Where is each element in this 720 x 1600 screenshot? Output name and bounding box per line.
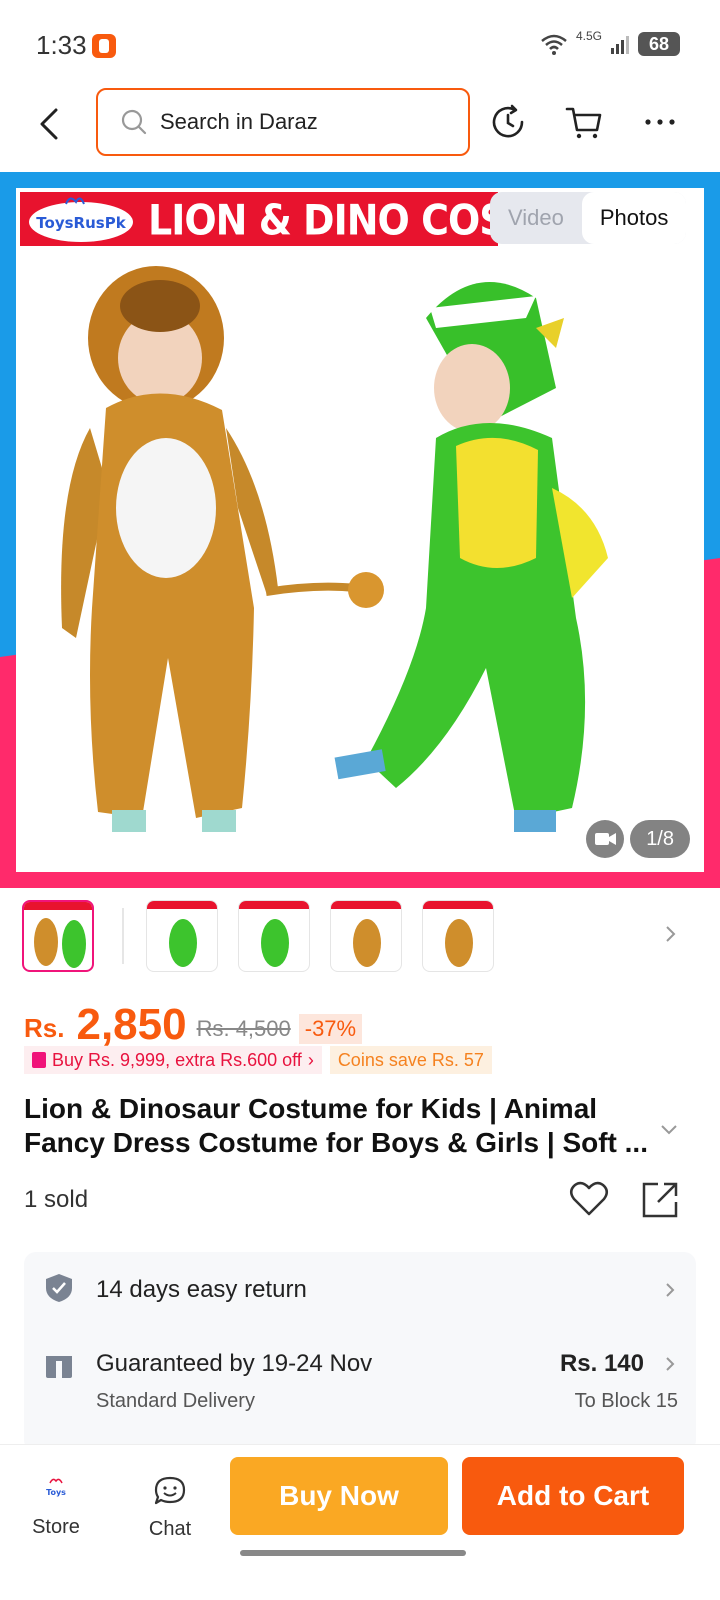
product-title: Lion & Dinosaur Costume for Kids | Anima… bbox=[24, 1093, 648, 1158]
chevron-right-icon: › bbox=[307, 1050, 314, 1070]
wifi-icon bbox=[541, 34, 567, 55]
status-bar: 1:33 4.5G 68 bbox=[0, 0, 720, 92]
tab-photos[interactable]: Photos bbox=[581, 192, 687, 244]
store-logo-icon: Toys bbox=[40, 1478, 72, 1501]
delivery-fee: Rs. 140 bbox=[559, 1350, 644, 1377]
chat-icon bbox=[154, 1476, 186, 1505]
delivery-box-icon bbox=[46, 1352, 72, 1378]
network-label: 4.5G bbox=[575, 29, 602, 43]
delivery-location: To Block 15 bbox=[574, 1390, 678, 1412]
search-placeholder: Search in Daraz bbox=[160, 109, 318, 134]
media-tab-switcher: Video Photos bbox=[490, 192, 687, 244]
home-indicator[interactable] bbox=[240, 1550, 466, 1556]
chevron-right-icon bbox=[666, 1283, 675, 1297]
chevron-down-icon[interactable] bbox=[658, 1118, 680, 1140]
dino-costume-figure bbox=[334, 282, 608, 832]
search-icon bbox=[121, 109, 147, 135]
product-main-image[interactable] bbox=[16, 188, 704, 872]
buy-now-button[interactable]: Buy Now bbox=[230, 1457, 448, 1535]
thumbnail-3[interactable] bbox=[238, 900, 310, 972]
bottom-action-bar: Toys Store Chat Buy Now Add to Cart bbox=[0, 1444, 720, 1600]
product-image-gallery[interactable]: ToysRusPk LION & DINO COSTU Video Photos… bbox=[0, 172, 720, 888]
thumbnail-separator bbox=[122, 908, 124, 964]
heart-icon[interactable] bbox=[568, 1178, 610, 1220]
sale-price: 2,850 bbox=[76, 1000, 187, 1049]
tab-video[interactable]: Video bbox=[490, 192, 582, 244]
service-info-card: 14 days easy return Guaranteed by 19-24 … bbox=[24, 1252, 696, 1452]
discount-badge: -37% bbox=[298, 1014, 363, 1044]
thumbnail-5[interactable] bbox=[422, 900, 494, 972]
back-arrow-icon[interactable] bbox=[30, 104, 70, 144]
chevron-right-icon[interactable] bbox=[660, 924, 680, 944]
delivery-guarantee: Guaranteed by 19-24 Nov bbox=[96, 1350, 373, 1377]
share-icon[interactable] bbox=[638, 1178, 682, 1222]
costume-illustration bbox=[61, 266, 608, 832]
thumbnail-strip bbox=[0, 888, 720, 986]
search-input[interactable]: Search in Daraz bbox=[96, 88, 470, 156]
battery-indicator: 68 bbox=[638, 32, 680, 56]
store-label: Store bbox=[32, 1516, 80, 1538]
lion-costume-figure bbox=[61, 266, 384, 832]
return-policy-text: 14 days easy return bbox=[96, 1276, 307, 1303]
add-to-cart-button[interactable]: Add to Cart bbox=[462, 1457, 684, 1535]
more-options-icon[interactable] bbox=[640, 102, 680, 142]
currency-label: Rs. bbox=[24, 1013, 65, 1043]
svg-text:ToysRusPk: ToysRusPk bbox=[36, 214, 126, 232]
delivery-type: Standard Delivery bbox=[96, 1390, 255, 1412]
promo-row: Buy Rs. 9,999, extra Rs.600 off › Coins … bbox=[24, 1046, 492, 1074]
history-icon[interactable] bbox=[488, 102, 528, 142]
price-row: Rs. 2,850 Rs. 4,500 -37% bbox=[24, 1000, 363, 1050]
original-price: Rs. 4,500 bbox=[196, 1016, 291, 1041]
thumbnail-1[interactable] bbox=[22, 900, 94, 972]
thumbnail-2[interactable] bbox=[146, 900, 218, 972]
chat-label: Chat bbox=[148, 1518, 192, 1540]
cart-icon[interactable] bbox=[564, 102, 604, 142]
status-time: 1:33 bbox=[36, 30, 87, 60]
voucher-text: Buy Rs. 9,999, extra Rs.600 off bbox=[52, 1050, 302, 1070]
thumbnail-4[interactable] bbox=[330, 900, 402, 972]
daraz-app-icon bbox=[92, 34, 116, 58]
shield-check-icon bbox=[46, 1274, 72, 1302]
voucher-icon bbox=[32, 1052, 46, 1068]
status-indicators: 4.5G 68 bbox=[540, 29, 680, 56]
image-counter: 1/8 bbox=[630, 820, 690, 858]
voucher-promo[interactable]: Buy Rs. 9,999, extra Rs.600 off › bbox=[24, 1046, 322, 1074]
top-header: Search in Daraz bbox=[0, 88, 720, 172]
signal-icon bbox=[611, 36, 629, 54]
svg-text:Toys: Toys bbox=[46, 1488, 66, 1497]
chevron-right-icon bbox=[666, 1357, 675, 1371]
video-camera-icon[interactable] bbox=[586, 820, 624, 858]
store-button[interactable]: Toys Store bbox=[16, 1475, 96, 1539]
toysruspk-logo: ToysRusPk bbox=[29, 197, 133, 242]
sold-count: 1 sold bbox=[24, 1186, 89, 1213]
product-banner: ToysRusPk LION & DINO COSTU bbox=[20, 192, 561, 246]
coins-badge: Coins save Rs. 57 bbox=[329, 1046, 492, 1074]
chat-button[interactable]: Chat bbox=[130, 1475, 210, 1541]
